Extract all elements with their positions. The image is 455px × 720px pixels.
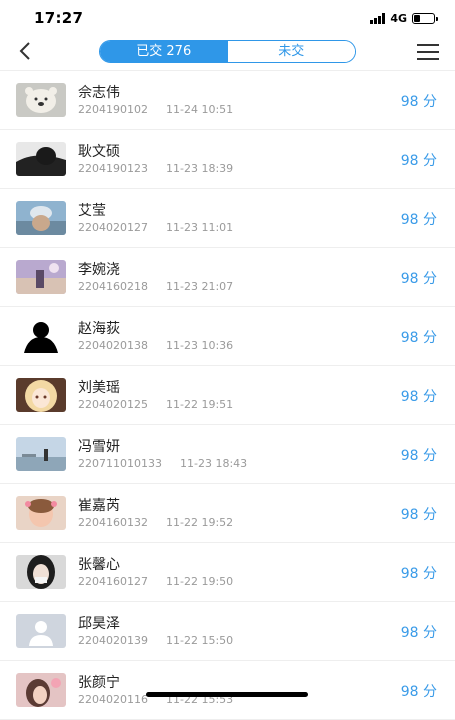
student-meta: 2204020125 11-22 19:51 <box>78 398 233 411</box>
student-name: 张馨心 <box>78 557 120 573</box>
student-name: 佘志伟 <box>78 85 120 101</box>
student-id: 2204020116 <box>78 693 148 706</box>
student-id: 2204160218 <box>78 280 148 293</box>
score: 98 分 <box>400 330 437 346</box>
submit-time: 11-22 15:50 <box>166 634 234 647</box>
score: 98 分 <box>400 507 437 523</box>
student-name: 张颜宁 <box>78 675 120 691</box>
submit-time: 11-22 19:50 <box>166 575 234 588</box>
submit-time: 11-23 11:01 <box>166 221 234 234</box>
submit-time: 11-23 21:07 <box>166 280 234 293</box>
avatar <box>16 378 66 412</box>
student-name: 冯雪妍 <box>78 439 120 455</box>
student-name: 艾莹 <box>78 203 106 219</box>
status-time: 17:27 <box>34 9 84 27</box>
avatar <box>16 260 66 294</box>
list-item[interactable]: 张颜宁 2204020116 11-22 15:53 98 分 <box>0 661 455 720</box>
signal-icon <box>370 12 386 24</box>
student-id: 2204020138 <box>78 339 148 352</box>
student-meta: 220711010133 11-23 18:43 <box>78 457 247 470</box>
avatar <box>16 142 66 176</box>
status-indicators: 4G <box>370 11 438 25</box>
list-item[interactable]: 邱昊泽 2204020139 11-22 15:50 98 分 <box>0 602 455 661</box>
score: 98 分 <box>400 153 437 169</box>
student-meta: 2204190123 11-23 18:39 <box>78 162 233 175</box>
student-id: 2204190102 <box>78 103 148 116</box>
list-item[interactable]: 佘志伟 2204190102 11-24 10:51 98 分 <box>0 71 455 130</box>
submit-time: 11-22 19:52 <box>166 516 234 529</box>
avatar <box>16 496 66 530</box>
student-meta: 2204020138 11-23 10:36 <box>78 339 233 352</box>
submit-time: 11-22 19:51 <box>166 398 234 411</box>
submit-time: 11-24 10:51 <box>166 103 234 116</box>
student-meta: 2204160218 11-23 21:07 <box>78 280 233 293</box>
student-id: 220711010133 <box>78 457 162 470</box>
student-id: 2204020127 <box>78 221 148 234</box>
score: 98 分 <box>400 448 437 464</box>
avatar <box>16 201 66 235</box>
list-item[interactable]: 刘美瑶 2204020125 11-22 19:51 98 分 <box>0 366 455 425</box>
student-id: 2204020139 <box>78 634 148 647</box>
student-id: 2204190123 <box>78 162 148 175</box>
submit-time: 11-23 18:39 <box>166 162 234 175</box>
student-id: 2204160132 <box>78 516 148 529</box>
score: 98 分 <box>400 566 437 582</box>
student-id: 2204160127 <box>78 575 148 588</box>
avatar <box>16 614 66 648</box>
battery-icon <box>412 12 438 24</box>
submission-tabs: 已交 276 未交 <box>99 40 356 63</box>
student-meta: 2204020139 11-22 15:50 <box>78 634 233 647</box>
home-indicator <box>146 692 308 697</box>
student-name: 耿文硕 <box>78 144 120 160</box>
student-meta: 2204160132 11-22 19:52 <box>78 516 233 529</box>
score: 98 分 <box>400 212 437 228</box>
score: 98 分 <box>400 684 437 700</box>
score: 98 分 <box>400 625 437 641</box>
score: 98 分 <box>400 271 437 287</box>
avatar <box>16 83 66 117</box>
student-list: 佘志伟 2204190102 11-24 10:51 98 分 耿文硕 22041… <box>0 70 455 720</box>
tab-not-submitted[interactable]: 未交 <box>227 41 355 62</box>
hamburger-menu-icon[interactable] <box>417 44 439 60</box>
student-meta: 2204160127 11-22 19:50 <box>78 575 233 588</box>
nav-bar: 已交 276 未交 <box>0 36 455 70</box>
avatar <box>16 319 66 353</box>
student-id: 2204020125 <box>78 398 148 411</box>
network-type: 4G <box>390 11 407 25</box>
score: 98 分 <box>400 389 437 405</box>
list-item[interactable]: 耿文硕 2204190123 11-23 18:39 98 分 <box>0 130 455 189</box>
student-name: 刘美瑶 <box>78 380 120 396</box>
chevron-left-icon[interactable] <box>14 38 36 64</box>
avatar <box>16 673 66 707</box>
student-name: 赵海荻 <box>78 321 120 337</box>
student-meta: 2204190102 11-24 10:51 <box>78 103 233 116</box>
list-item[interactable]: 艾莹 2204020127 11-23 11:01 98 分 <box>0 189 455 248</box>
list-item[interactable]: 赵海荻 2204020138 11-23 10:36 98 分 <box>0 307 455 366</box>
score: 98 分 <box>400 94 437 110</box>
status-bar: 17:27 4G <box>0 0 455 36</box>
list-item[interactable]: 崔嘉芮 2204160132 11-22 19:52 98 分 <box>0 484 455 543</box>
student-name: 邱昊泽 <box>78 616 120 632</box>
list-item[interactable]: 李婉浇 2204160218 11-23 21:07 98 分 <box>0 248 455 307</box>
avatar <box>16 437 66 471</box>
avatar <box>16 555 66 589</box>
student-meta: 2204020127 11-23 11:01 <box>78 221 233 234</box>
student-name: 李婉浇 <box>78 262 120 278</box>
student-name: 崔嘉芮 <box>78 498 120 514</box>
submit-time: 11-23 10:36 <box>166 339 234 352</box>
submit-time: 11-23 18:43 <box>179 457 248 470</box>
tab-submitted[interactable]: 已交 276 <box>100 41 228 62</box>
list-item[interactable]: 冯雪妍 220711010133 11-23 18:43 98 分 <box>0 425 455 484</box>
list-item[interactable]: 张馨心 2204160127 11-22 19:50 98 分 <box>0 543 455 602</box>
